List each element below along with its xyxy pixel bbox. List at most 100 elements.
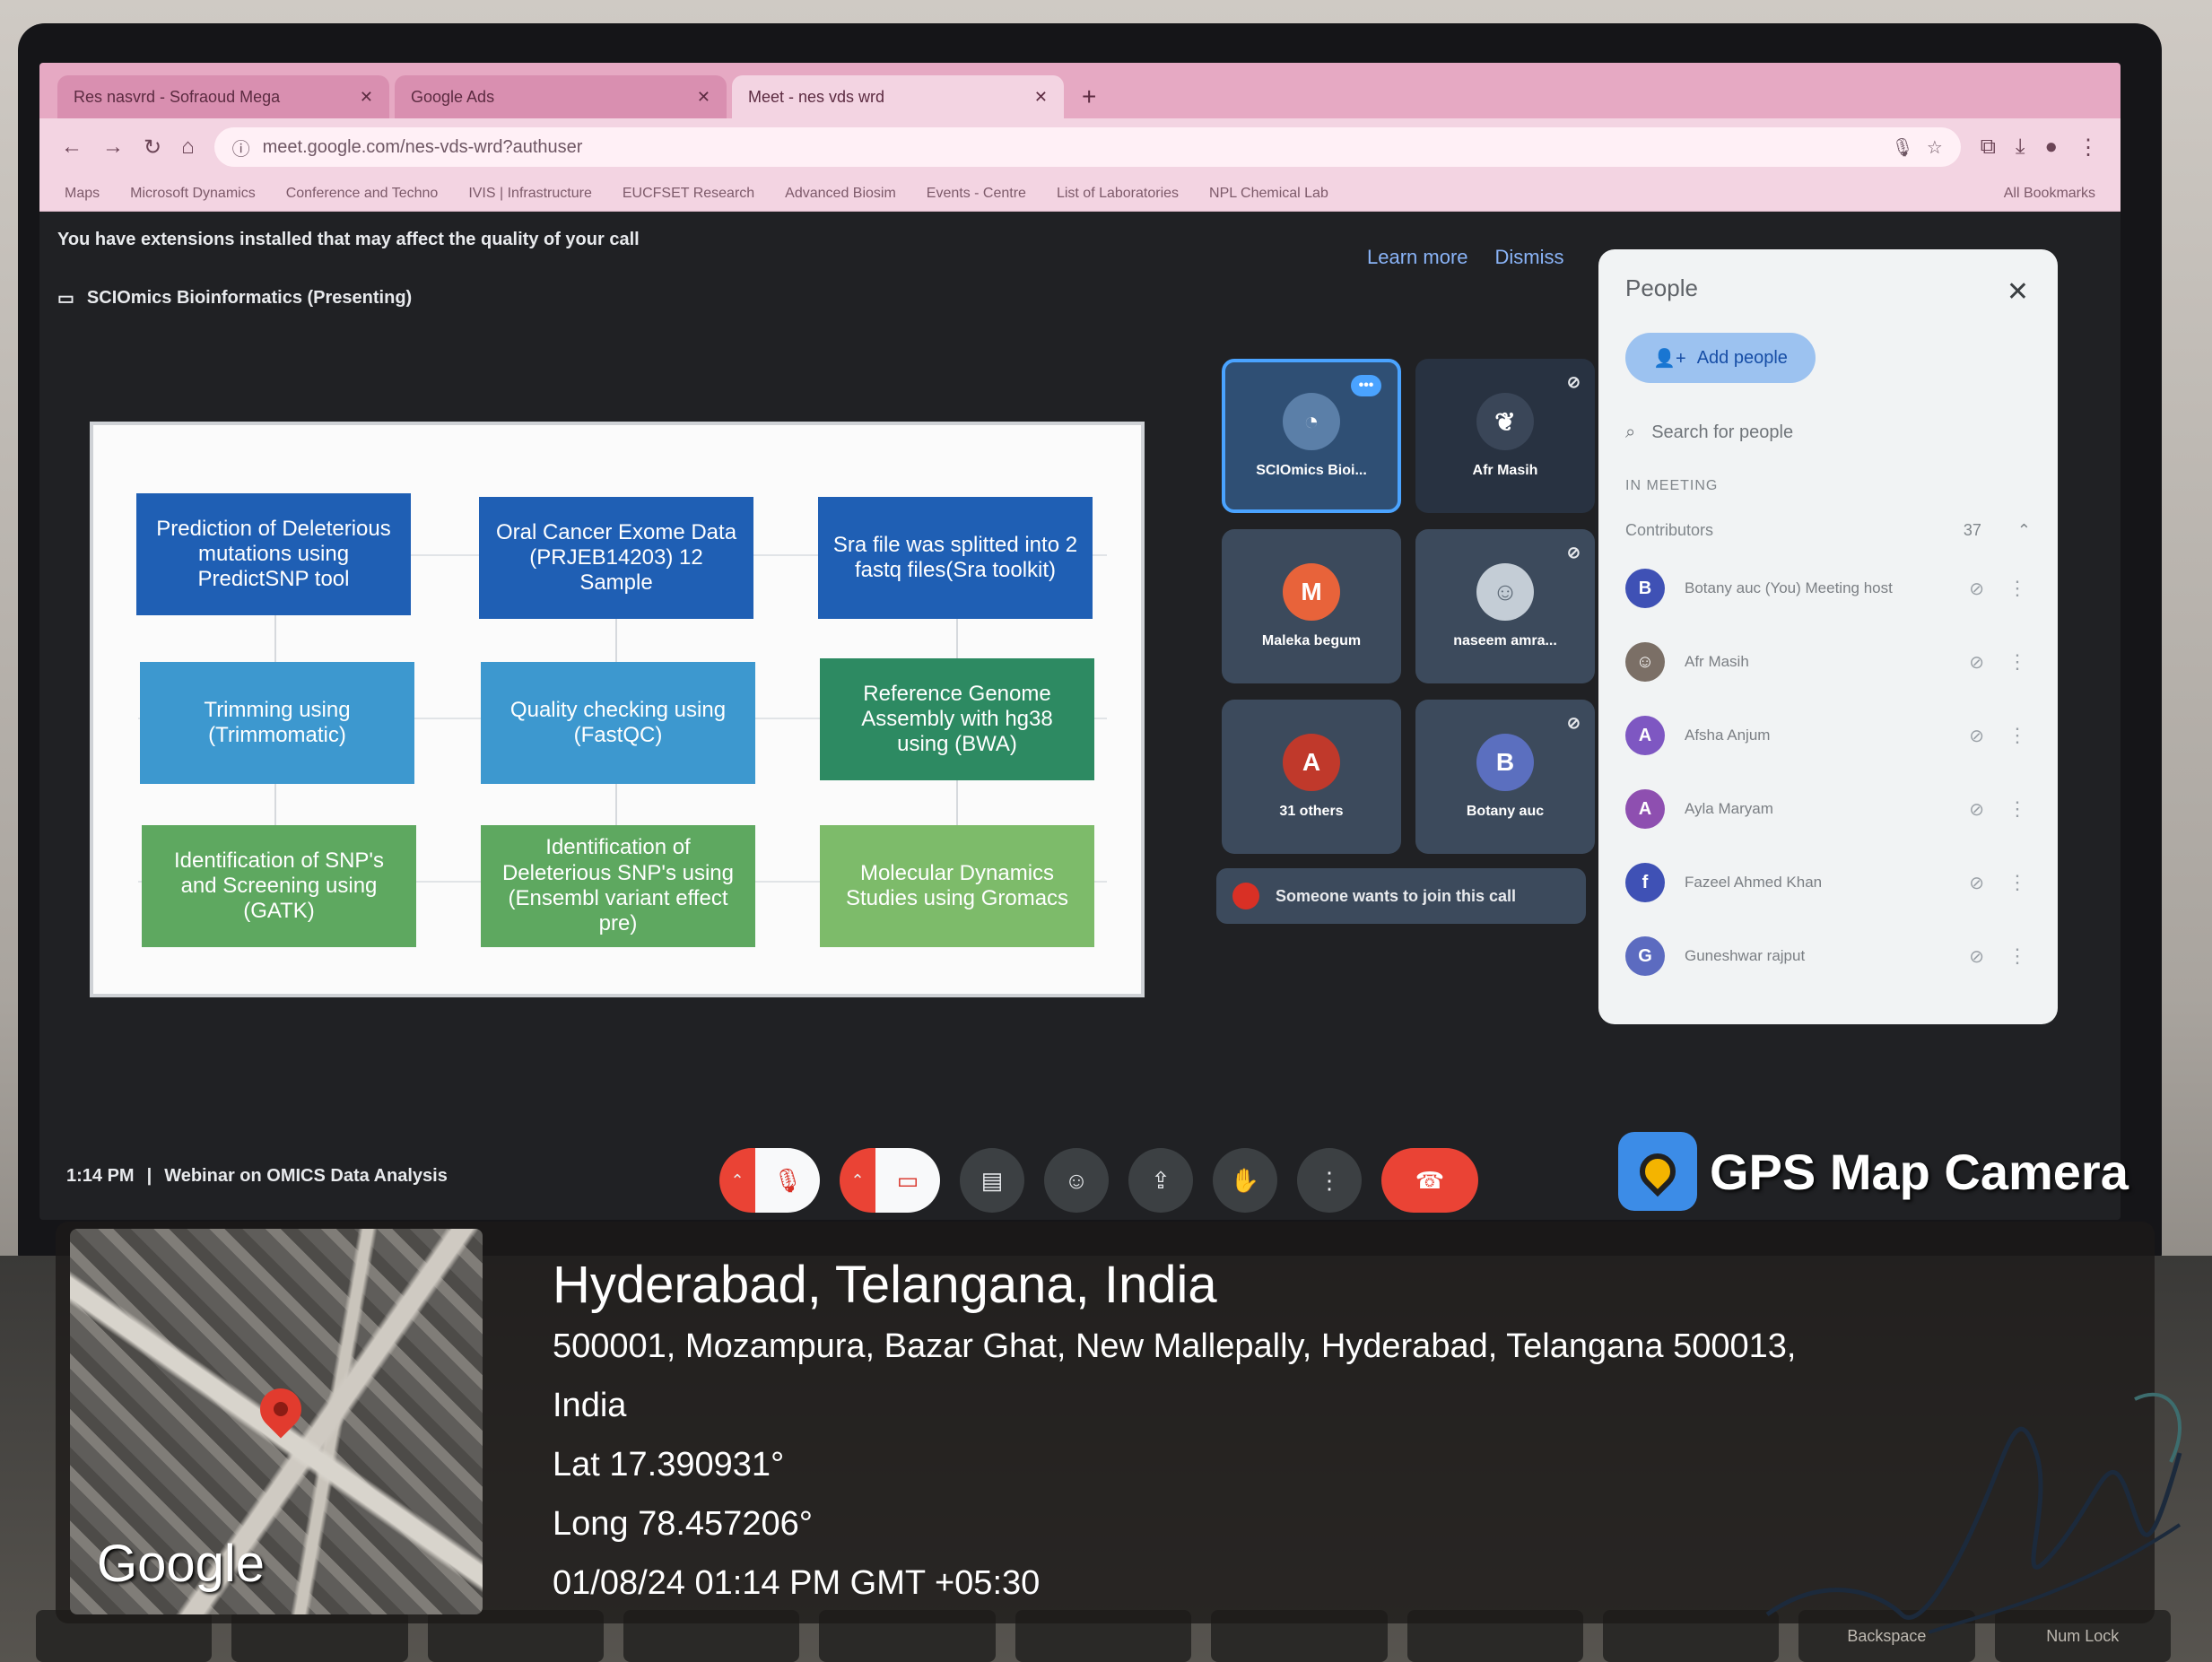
browser-tab-2[interactable]: Google Ads ✕ — [395, 75, 727, 118]
bookmark-item[interactable]: Advanced Biosim — [785, 186, 896, 202]
participant-row[interactable]: ☺ Afr Masih ⊘ ⋮ — [1625, 637, 2031, 687]
mic-off-icon: ⊘ — [1969, 873, 1984, 893]
more-vert-icon[interactable]: ⋮ — [2004, 650, 2031, 674]
meet-surface: You have extensions installed that may a… — [39, 212, 2121, 1220]
more-vert-icon[interactable]: ⋮ — [2004, 944, 2031, 968]
presenter-name: SCIOmics Bioinformatics (Presenting) — [86, 288, 413, 308]
profile-icon[interactable]: ● — [2045, 135, 2059, 160]
browser-tab-bar: Res nasvrd - Sofraoud Mega ✕ Google Ads … — [39, 63, 2121, 118]
close-icon[interactable]: ✕ — [697, 88, 710, 107]
raise-hand-button[interactable]: ✋ — [1213, 1148, 1277, 1213]
participant-name: Botany auc (You) Meeting host — [1685, 579, 1893, 596]
participant-row[interactable]: f Fazeel Ahmed Khan ⊘ ⋮ — [1625, 857, 2031, 908]
star-icon[interactable]: ☆ — [1927, 136, 1943, 159]
participant-name: SCIOmics Bioi... — [1256, 463, 1367, 478]
alert-icon — [1232, 883, 1259, 909]
participant-tile[interactable]: ⊘ ❦ Afr Masih — [1415, 359, 1595, 513]
mic-off-icon: ⊘ — [1566, 714, 1581, 732]
people-search-input[interactable]: ⌕ Search for people — [1625, 408, 2031, 457]
bookmark-item[interactable]: Maps — [65, 186, 100, 202]
laptop-screen: Res nasvrd - Sofraoud Mega ✕ Google Ads … — [39, 63, 2121, 1220]
participant-name: Botany auc — [1466, 804, 1545, 819]
more-vert-icon[interactable]: ⋮ — [2004, 724, 2031, 747]
present-icon: ▭ — [57, 289, 74, 309]
bookmark-item[interactable]: NPL Chemical Lab — [1209, 186, 1328, 202]
address-bar[interactable]: ⓘ meet.google.com/nes-vds-wrd?authuser 🎙… — [213, 127, 1961, 167]
mic-icon[interactable]: 🎙 — [1891, 136, 1913, 159]
gps-city: Hyderabad, Telangana, India — [553, 1256, 1217, 1314]
participant-tile[interactable]: ••• ◔ SCIOmics Bioi... — [1222, 359, 1401, 513]
close-icon[interactable]: ✕ — [360, 88, 373, 107]
participant-tile[interactable]: ⊘ ☺ naseem amra... — [1415, 529, 1595, 683]
participant-tile[interactable]: ⊘ B Botany auc — [1415, 700, 1595, 854]
section-label: IN MEETING — [1625, 478, 1719, 493]
more-options-button[interactable]: ⋮ — [1297, 1148, 1362, 1213]
download-icon[interactable]: ⤓ — [2016, 135, 2025, 160]
all-bookmarks[interactable]: All Bookmarks — [2004, 186, 2095, 202]
mic-options-chevron-icon[interactable]: ⌃ — [719, 1148, 755, 1213]
bookmark-item[interactable]: Microsoft Dynamics — [130, 186, 256, 202]
participant-row[interactable]: A Afsha Anjum ⊘ ⋮ — [1625, 710, 2031, 761]
camera-options-chevron-icon[interactable]: ⌃ — [840, 1148, 875, 1213]
more-vert-icon[interactable]: ⋮ — [2004, 577, 2031, 600]
gps-camera-logo-icon — [1618, 1132, 1697, 1211]
new-tab-icon[interactable]: + — [1069, 83, 1109, 118]
browser-tab-1[interactable]: Res nasvrd - Sofraoud Mega ✕ — [57, 75, 389, 118]
reload-icon[interactable]: ↻ — [144, 135, 161, 161]
browser-toolbar: ← → ↻ ⌂ ⓘ meet.google.com/nes-vds-wrd?au… — [39, 118, 2121, 176]
participant-row[interactable]: A Ayla Maryam ⊘ ⋮ — [1625, 784, 2031, 834]
bookmarks-bar: Maps Microsoft Dynamics Conference and T… — [39, 176, 2121, 212]
home-icon[interactable]: ⌂ — [181, 135, 195, 160]
slide-step-box: Identification of SNP's and Screening us… — [142, 825, 416, 947]
more-vert-icon[interactable]: ⋮ — [2004, 797, 2031, 821]
mic-off-icon: ⊘ — [1969, 799, 1984, 820]
forward-icon[interactable]: → — [102, 135, 124, 160]
mic-off-icon: ⊘ — [1969, 579, 1984, 599]
join-request-notification[interactable]: Someone wants to join this call — [1216, 868, 1586, 924]
add-people-button[interactable]: 👤+ Add people — [1625, 333, 1816, 383]
mic-off-icon: ⊘ — [1566, 373, 1581, 391]
site-info-icon[interactable]: ⓘ — [232, 135, 250, 161]
handwritten-signature — [1765, 1392, 2182, 1634]
bookmark-item[interactable]: IVIS | Infrastructure — [468, 186, 592, 202]
avatar: B — [1625, 569, 1665, 608]
participant-row[interactable]: B Botany auc (You) Meeting host ⊘ ⋮ — [1625, 563, 2031, 613]
learn-more-link[interactable]: Learn more — [1367, 246, 1468, 269]
chevron-up-icon[interactable]: ⌃ — [2017, 521, 2031, 540]
close-icon[interactable]: ✕ — [2007, 276, 2029, 308]
slide-step-box: Sra file was splitted into 2 fastq files… — [818, 497, 1093, 619]
slide-step-box: Reference Genome Assembly with hg38 usin… — [820, 658, 1094, 780]
bookmark-item[interactable]: EUCFSET Research — [623, 186, 754, 202]
extensions-icon[interactable]: ⧉ — [1981, 135, 1996, 160]
panel-title: People — [1625, 274, 1698, 301]
mic-off-icon: ⊘ — [1566, 544, 1581, 561]
participant-name: Ayla Maryam — [1685, 800, 1773, 817]
captions-button[interactable]: ▤ — [960, 1148, 1024, 1213]
participant-tile[interactable]: M Maleka begum — [1222, 529, 1401, 683]
participant-row[interactable]: G Guneshwar rajput ⊘ ⋮ — [1625, 931, 2031, 981]
back-icon[interactable]: ← — [61, 135, 83, 160]
camera-off-button[interactable]: ▭ — [875, 1148, 940, 1213]
participant-name: naseem amra... — [1453, 633, 1557, 648]
gps-brand-name: GPS Map Camera — [1710, 1143, 2129, 1200]
contributors-header[interactable]: Contributors 37 ⌃ — [1625, 521, 2031, 540]
browser-tab-active[interactable]: Meet - nes vds wrd ✕ — [732, 75, 1064, 118]
present-button[interactable]: ⇪ — [1128, 1148, 1193, 1213]
leave-call-button[interactable]: ☎ — [1381, 1148, 1478, 1213]
more-vert-icon[interactable]: ⋮ — [2004, 871, 2031, 894]
mic-off-icon: ⊘ — [1969, 946, 1984, 967]
emoji-button[interactable]: ☺ — [1044, 1148, 1109, 1213]
tab-label: Meet - nes vds wrd — [748, 87, 885, 106]
bookmark-item[interactable]: List of Laboratories — [1057, 186, 1179, 202]
bookmark-item[interactable]: Events - Centre — [927, 186, 1026, 202]
menu-icon[interactable]: ⋮ — [2077, 135, 2099, 161]
join-request-text: Someone wants to join this call — [1276, 886, 1517, 905]
dismiss-link[interactable]: Dismiss — [1495, 246, 1564, 269]
participant-tile[interactable]: A 31 others — [1222, 700, 1401, 854]
mic-off-button[interactable]: 🎙 — [755, 1148, 820, 1213]
close-icon[interactable]: ✕ — [1034, 88, 1048, 107]
divider: | — [146, 1166, 152, 1186]
banner-actions: Learn more Dismiss — [1367, 246, 1564, 269]
bookmark-item[interactable]: Conference and Techno — [286, 186, 439, 202]
more-options-icon[interactable]: ••• — [1351, 375, 1381, 396]
